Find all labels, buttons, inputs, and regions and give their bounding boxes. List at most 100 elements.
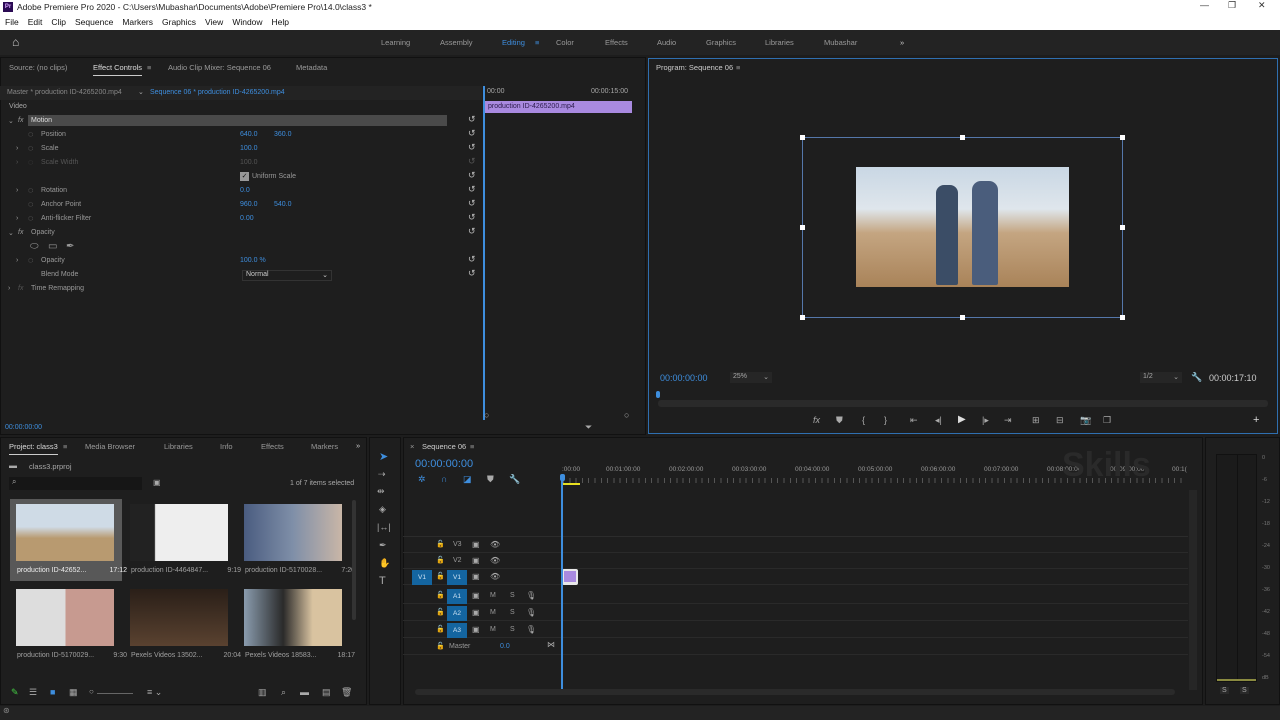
go-to-in-out-icon[interactable]: ⋈ — [547, 640, 555, 649]
microphone-icon[interactable]: 🎙 — [526, 591, 536, 600]
stopwatch-icon[interactable]: ◌ — [28, 199, 33, 209]
property-value[interactable]: 960.0 — [240, 201, 258, 208]
mute-button[interactable]: M — [490, 609, 496, 616]
timeline-clip[interactable] — [562, 569, 578, 585]
panel-menu-icon[interactable]: ≡ — [147, 63, 151, 72]
effect-name[interactable]: Time Remapping — [31, 285, 84, 292]
automate-to-sequence-icon[interactable]: ▥ — [258, 687, 267, 698]
property-value[interactable]: 100.0 — [240, 159, 258, 166]
pen-tool-icon[interactable]: ✒ — [379, 540, 387, 551]
menu-file[interactable]: File — [5, 17, 19, 27]
tab-effects[interactable]: Effects — [261, 442, 284, 451]
workspace-editing[interactable]: Editing — [502, 38, 525, 47]
playhead-handle[interactable] — [560, 474, 565, 481]
sequence-clip-label[interactable]: Sequence 06 * production ID-4265200.mp4 — [150, 89, 285, 96]
media-thumbnail[interactable] — [16, 589, 114, 646]
timeline-horizontal-scrollbar[interactable] — [415, 689, 1175, 695]
icon-view-icon[interactable]: ■ — [50, 687, 55, 697]
lock-icon[interactable]: 🔓 — [436, 642, 445, 650]
mute-button[interactable]: M — [490, 592, 496, 599]
ec-timecode[interactable]: 00:00:00:00 — [5, 424, 42, 431]
transform-handle[interactable] — [800, 225, 805, 230]
more-panels-icon[interactable]: » — [356, 441, 360, 450]
reset-icon[interactable]: ↺ — [468, 170, 476, 181]
step-back-icon[interactable]: ◂| — [935, 415, 942, 426]
workspace-color[interactable]: Color — [556, 38, 574, 47]
project-search-input[interactable]: ⌕ — [9, 477, 142, 490]
tab-source[interactable]: Source: (no clips) — [9, 63, 67, 72]
expand-chevron-icon[interactable]: › — [16, 187, 18, 194]
chevron-down-icon[interactable]: ⌄ — [138, 88, 144, 96]
media-thumbnail[interactable] — [244, 589, 342, 646]
property-value[interactable]: 100.0 — [240, 145, 258, 152]
lift-icon[interactable]: ⊞ — [1032, 415, 1040, 426]
reset-icon[interactable]: ↺ — [468, 114, 476, 125]
property-value-y[interactable]: 360.0 — [274, 131, 292, 138]
expand-chevron-icon[interactable]: ⌄ — [8, 117, 14, 125]
export-frame-icon[interactable]: 📷 — [1080, 415, 1091, 426]
nest-icon[interactable]: ✲ — [418, 474, 426, 485]
sync-lock-icon[interactable]: ▣ — [472, 556, 480, 565]
selection-tool-icon[interactable]: ➤ — [379, 450, 388, 463]
minimize-button[interactable]: — — [1200, 0, 1209, 10]
property-value[interactable]: 100.0 % — [240, 257, 266, 264]
media-item-caption[interactable]: production ID-4464847... 9:19 — [131, 567, 241, 574]
fx-badge[interactable]: fx — [18, 229, 23, 236]
transform-handle[interactable] — [960, 135, 965, 140]
sync-lock-icon[interactable]: ▣ — [472, 540, 480, 549]
property-value[interactable]: 0.00 — [240, 215, 254, 222]
reset-icon[interactable]: ↺ — [468, 128, 476, 139]
stopwatch-icon[interactable]: ◌ — [28, 143, 33, 153]
workspace-effects[interactable]: Effects — [605, 38, 628, 47]
stopwatch-icon[interactable]: ◌ — [28, 157, 33, 167]
ellipse-mask-icon[interactable]: ⬭ — [30, 241, 39, 252]
fx-badge[interactable]: fx — [18, 285, 23, 292]
source-patch-v1[interactable]: V1 — [412, 570, 432, 585]
tab-effect-controls[interactable]: Effect Controls — [93, 63, 143, 76]
tab-project[interactable]: Project: class3 — [9, 442, 58, 455]
compare-view-icon[interactable]: ❐ — [1103, 415, 1111, 426]
add-marker-icon[interactable]: ⛊ — [836, 415, 843, 426]
maximize-button[interactable]: ❐ — [1228, 0, 1236, 11]
reset-icon[interactable]: ↺ — [468, 156, 476, 167]
audio-track-row[interactable] — [403, 588, 1188, 604]
transform-handle[interactable] — [800, 315, 805, 320]
media-thumbnail[interactable] — [130, 504, 228, 561]
lock-icon[interactable]: 🔓 — [436, 625, 445, 633]
program-playhead[interactable] — [656, 391, 660, 398]
audio-track-row[interactable] — [403, 622, 1188, 638]
ripple-edit-tool-icon[interactable]: ⇹ — [377, 486, 385, 497]
media-item-caption[interactable]: production ID-5170029... 9:30 — [17, 652, 127, 659]
filter-icon[interactable]: ⏷ — [585, 422, 592, 433]
expand-chevron-icon[interactable]: › — [16, 159, 18, 166]
eye-icon[interactable]: 👁 — [490, 572, 500, 581]
reset-icon[interactable]: ↺ — [468, 184, 476, 195]
ec-playhead[interactable] — [483, 86, 485, 420]
workspace-graphics[interactable]: Graphics — [706, 38, 736, 47]
sync-lock-icon[interactable]: ▣ — [472, 591, 480, 600]
menu-graphics[interactable]: Graphics — [162, 17, 196, 27]
track-target-label[interactable]: A3 — [447, 623, 467, 638]
eye-icon[interactable]: 👁 — [490, 540, 500, 549]
track-label[interactable]: V3 — [453, 541, 462, 548]
program-menu-icon[interactable]: ≡ — [736, 63, 740, 72]
lock-icon[interactable]: 🔓 — [436, 591, 445, 599]
menu-window[interactable]: Window — [232, 17, 262, 27]
ec-clip-bar[interactable]: production ID-4265200.mp4 — [485, 101, 632, 113]
menu-help[interactable]: Help — [272, 17, 289, 27]
lock-icon[interactable]: 🔓 — [436, 608, 445, 616]
solo-button[interactable]: S — [510, 592, 515, 599]
reset-icon[interactable]: ↺ — [468, 212, 476, 223]
microphone-icon[interactable]: 🎙 — [526, 608, 536, 617]
tab-libraries[interactable]: Libraries — [164, 442, 193, 451]
property-value-y[interactable]: 540.0 — [274, 201, 292, 208]
video-track-row[interactable] — [403, 569, 1188, 585]
tab-markers[interactable]: Markers — [311, 442, 338, 451]
add-button-icon[interactable]: + — [1253, 414, 1259, 426]
mute-button[interactable]: M — [490, 626, 496, 633]
media-item-caption[interactable]: production ID-42652... 17:12 — [17, 567, 127, 574]
workspace-mubashar[interactable]: Mubashar — [824, 38, 857, 47]
effect-name[interactable]: Opacity — [31, 229, 55, 236]
effect-name[interactable]: Motion — [31, 117, 52, 124]
linked-selection-icon[interactable]: ◪ — [463, 474, 472, 485]
